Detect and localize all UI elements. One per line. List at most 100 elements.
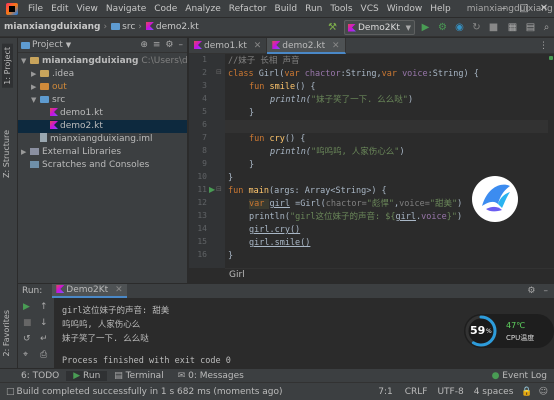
tab-actions-icon[interactable]: ⋮ bbox=[539, 38, 548, 53]
menu-refactor[interactable]: Refactor bbox=[225, 4, 271, 14]
restore-layout-icon[interactable]: ↺ bbox=[23, 334, 31, 344]
favorites-tool-tab[interactable]: 2: Favorites bbox=[2, 310, 11, 356]
project-structure-icon[interactable]: ▦ bbox=[506, 21, 519, 34]
tree-item-iml[interactable]: mianxiangduixiang.iml bbox=[18, 133, 187, 146]
print-icon[interactable]: ⎙ bbox=[40, 350, 47, 360]
cpu-monitor-widget[interactable]: 59 % 47℃ CPU温度 bbox=[464, 314, 554, 348]
inspector-icon[interactable]: ☺ bbox=[539, 387, 548, 397]
tree-item-demo2[interactable]: demo2.kt bbox=[18, 120, 187, 133]
editor-breadcrumb[interactable]: Girl bbox=[225, 268, 554, 282]
tree-item-external-libraries[interactable]: ▶ External Libraries bbox=[18, 146, 187, 159]
tab-event-log[interactable]: ● Event Log bbox=[485, 371, 554, 381]
breadcrumb-src[interactable]: src bbox=[107, 22, 138, 32]
expand-arrow-icon[interactable]: ▼ bbox=[31, 94, 40, 107]
stop-icon[interactable]: ■ bbox=[23, 318, 32, 328]
indent-setting[interactable]: 4 spaces bbox=[474, 387, 514, 397]
fold-icon[interactable]: ⊟ bbox=[216, 68, 222, 76]
tab-terminal[interactable]: ▤ Terminal bbox=[107, 371, 170, 381]
tab-messages[interactable]: ✉ 0: Messages bbox=[171, 371, 251, 381]
close-tab-icon[interactable]: ✕ bbox=[115, 285, 123, 295]
cpu-percent: 59 bbox=[470, 324, 486, 337]
project-panel: Project ▼ ⊕ ≡ ⚙ – ▼ mianxiangduixiang C:\… bbox=[18, 38, 188, 283]
settings-gear-icon[interactable]: ⚙ bbox=[165, 40, 173, 50]
pin-icon[interactable]: ⌖ bbox=[23, 350, 28, 360]
tree-item-scratches[interactable]: Scratches and Consoles bbox=[18, 159, 187, 172]
minimize-icon[interactable]: – bbox=[494, 0, 514, 18]
code-editor[interactable]: //妹子 长相 声音 class Girl(var chactor:String… bbox=[225, 54, 554, 268]
profile-icon[interactable]: ↻ bbox=[470, 21, 483, 34]
lock-icon[interactable]: 🔒 bbox=[521, 387, 532, 397]
collapsed-arrow-icon[interactable]: ▶ bbox=[31, 81, 40, 94]
chevron-down-icon[interactable]: ▼ bbox=[66, 41, 71, 49]
maximize-icon[interactable]: □ bbox=[514, 0, 534, 18]
close-tab-icon[interactable]: ✕ bbox=[254, 41, 262, 51]
hide-panel-icon[interactable]: – bbox=[179, 40, 184, 50]
close-icon[interactable]: ✕ bbox=[534, 0, 554, 18]
breadcrumb-project[interactable]: mianxiangduixiang bbox=[0, 22, 104, 32]
menu-view[interactable]: View bbox=[73, 4, 102, 14]
stop-icon[interactable]: ■ bbox=[487, 21, 500, 34]
run-gutter-icon[interactable]: ▶ bbox=[209, 185, 215, 194]
menu-navigate[interactable]: Navigate bbox=[102, 4, 150, 14]
project-view-label[interactable]: Project bbox=[32, 40, 63, 50]
line-number: 13 bbox=[197, 211, 207, 220]
iml-file-icon bbox=[40, 133, 47, 142]
run-configuration-select[interactable]: Demo2Kt ▼ bbox=[344, 20, 415, 35]
status-window-icon[interactable]: □ bbox=[6, 387, 15, 397]
fold-icon[interactable]: ⊟ bbox=[216, 185, 222, 193]
floating-assistant-widget[interactable] bbox=[472, 176, 518, 222]
line-number: 3 bbox=[202, 81, 207, 90]
menu-run[interactable]: Run bbox=[301, 4, 326, 14]
debug-icon[interactable]: ⚙ bbox=[436, 21, 449, 34]
menu-help[interactable]: Help bbox=[426, 4, 455, 14]
expand-arrow-icon[interactable]: ▼ bbox=[21, 55, 30, 68]
function-name: smile bbox=[269, 82, 296, 92]
scroll-up-icon[interactable]: ↑ bbox=[40, 302, 48, 312]
run-icon[interactable]: ▶ bbox=[419, 21, 432, 34]
cpu-percent-sign: % bbox=[486, 328, 492, 335]
collapsed-arrow-icon[interactable]: ▶ bbox=[31, 68, 40, 81]
hammer-icon[interactable]: ⚒ bbox=[326, 21, 339, 34]
status-message[interactable]: Build completed successfully in 1 s 682 … bbox=[17, 387, 283, 397]
line-separator[interactable]: CRLF bbox=[405, 387, 428, 397]
menu-code[interactable]: Code bbox=[150, 4, 181, 14]
rerun-icon[interactable]: ▶ bbox=[23, 302, 30, 312]
scroll-down-icon[interactable]: ↓ bbox=[40, 318, 48, 328]
tree-item-idea[interactable]: ▶ .idea bbox=[18, 68, 187, 81]
hide-panel-icon[interactable]: – bbox=[544, 286, 549, 296]
tab-todo[interactable]: 6: TODO bbox=[14, 371, 66, 381]
tree-item-demo1[interactable]: demo1.kt bbox=[18, 107, 187, 120]
structure-tool-tab[interactable]: Z: Structure bbox=[2, 130, 11, 178]
run-tab-demo2kt[interactable]: Demo2Kt ✕ bbox=[52, 284, 127, 298]
coverage-icon[interactable]: ◉ bbox=[453, 21, 466, 34]
collapse-all-icon[interactable]: ≡ bbox=[153, 40, 161, 50]
menu-edit[interactable]: Edit bbox=[47, 4, 72, 14]
menu-window[interactable]: Window bbox=[383, 4, 427, 14]
tab-run[interactable]: ▶ Run bbox=[66, 370, 108, 381]
soft-wrap-icon[interactable]: ↵ bbox=[40, 334, 48, 344]
tree-item-src[interactable]: ▼ src bbox=[18, 94, 187, 107]
project-tool-tab[interactable]: 1: Project bbox=[2, 44, 13, 88]
breadcrumb-file[interactable]: demo2.kt bbox=[142, 22, 202, 32]
file-encoding[interactable]: UTF-8 bbox=[437, 387, 463, 397]
tree-item-out[interactable]: ▶ out bbox=[18, 81, 187, 94]
terminal-icon[interactable]: ▤ bbox=[524, 21, 537, 34]
menu-analyze[interactable]: Analyze bbox=[181, 4, 224, 14]
tab-demo2[interactable]: demo2.kt ✕ bbox=[267, 38, 346, 54]
inspection-ok-icon[interactable] bbox=[549, 56, 553, 60]
search-icon[interactable]: ⌕ bbox=[540, 21, 553, 34]
menu-vcs[interactable]: VCS bbox=[357, 4, 383, 14]
menu-tools[interactable]: Tools bbox=[326, 4, 356, 14]
menu-file[interactable]: File bbox=[24, 4, 47, 14]
menu-build[interactable]: Build bbox=[271, 4, 302, 14]
settings-gear-icon[interactable]: ⚙ bbox=[527, 286, 535, 296]
locate-icon[interactable]: ⊕ bbox=[140, 40, 148, 50]
cursor-position[interactable]: 7:1 bbox=[378, 387, 392, 397]
close-tab-icon[interactable]: ✕ bbox=[332, 41, 340, 51]
code-text: println( bbox=[270, 147, 311, 157]
tab-demo1[interactable]: demo1.kt ✕ bbox=[189, 38, 268, 54]
line-number: 4 bbox=[202, 94, 207, 103]
tree-item-project-root[interactable]: ▼ mianxiangduixiang C:\Users\demo123 bbox=[18, 55, 187, 68]
editor-scrollbar[interactable] bbox=[548, 54, 554, 268]
collapsed-arrow-icon[interactable]: ▶ bbox=[21, 146, 30, 159]
